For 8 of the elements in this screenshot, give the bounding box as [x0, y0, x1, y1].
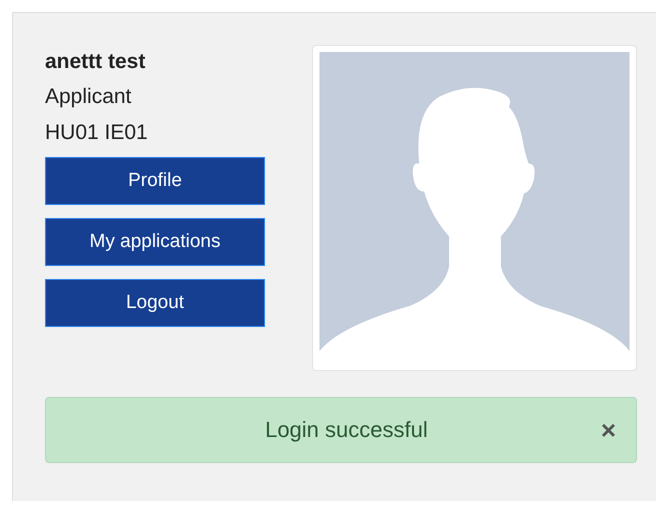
user-name: anettt test	[45, 49, 146, 75]
alert-message: Login successful	[264, 417, 429, 443]
user-role: Applicant	[45, 84, 132, 110]
nav-button[interactable]: Logout	[45, 279, 265, 327]
nav-button[interactable]: My applications	[45, 218, 265, 266]
user-code: HU01 IE01	[45, 120, 149, 146]
nav-button[interactable]: Profile	[45, 157, 265, 205]
close-button[interactable]: ×	[600, 417, 616, 443]
